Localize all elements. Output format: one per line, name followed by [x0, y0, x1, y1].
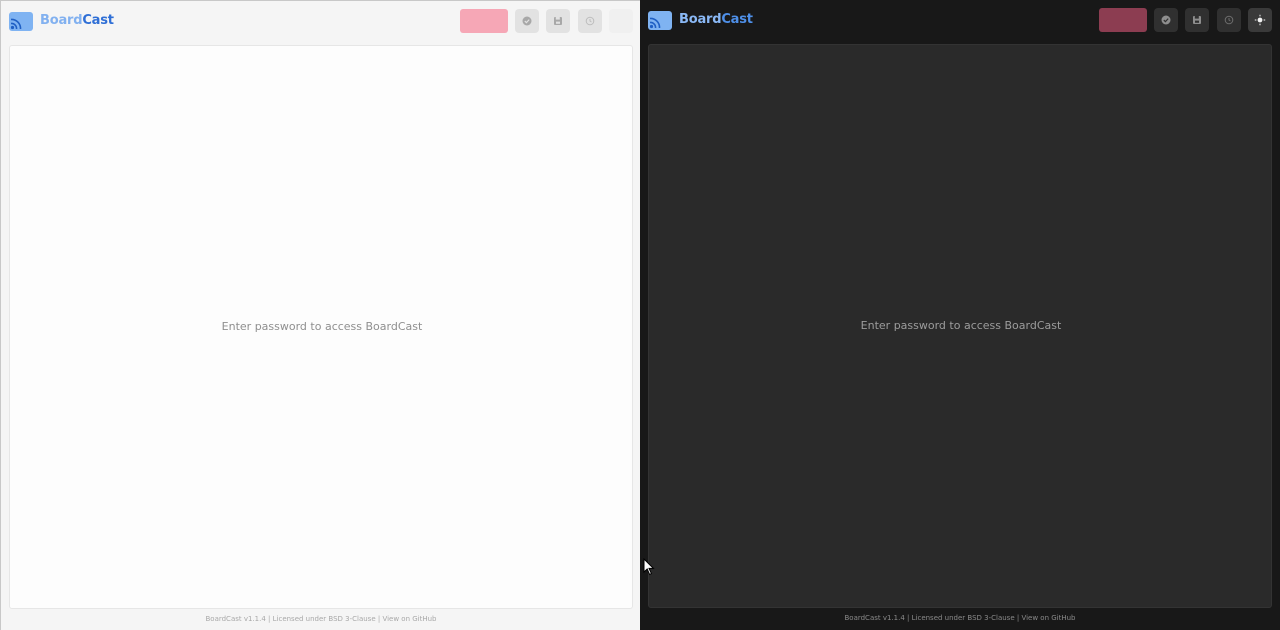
moon-icon: [616, 15, 626, 27]
board-area: Enter password to access BoardCast: [9, 45, 633, 609]
footer-separator: |: [904, 614, 912, 622]
board-area: Enter password to access BoardCast: [648, 44, 1272, 608]
footer-version: BoardCast v1.1.4: [205, 615, 266, 623]
footer-github-link[interactable]: View on GitHub: [382, 615, 436, 623]
dark-theme-pane: BoardCast Enter password to access Board…: [640, 0, 1280, 630]
footer: BoardCast v1.1.4 | Licensed under BSD 3-…: [640, 614, 1280, 622]
footer-github-link[interactable]: View on GitHub: [1021, 614, 1075, 622]
sun-icon: [1254, 14, 1266, 26]
theme-toggle-button[interactable]: [1248, 8, 1272, 32]
footer-license: Licensed under BSD 3-Clause: [911, 614, 1015, 622]
history-button[interactable]: [578, 9, 602, 33]
save-icon: [1192, 15, 1202, 25]
password-prompt-message: Enter password to access BoardCast: [860, 319, 1062, 332]
theme-toggle-button[interactable]: [609, 9, 633, 33]
disconnect-button[interactable]: [1099, 8, 1147, 32]
brand-board: Board: [40, 13, 83, 28]
brand-board: Board: [679, 12, 722, 27]
history-icon: [585, 16, 595, 26]
header: BoardCast: [640, 0, 1280, 42]
cast-logo-icon: [9, 12, 33, 31]
footer-license: Licensed under BSD 3-Clause: [272, 615, 376, 623]
sync-button[interactable]: [515, 9, 539, 33]
history-icon: [1224, 15, 1234, 25]
app-brand: BoardCast: [40, 13, 114, 28]
mouse-pointer-icon: [643, 557, 655, 576]
check-circle-icon: [522, 16, 532, 26]
save-button[interactable]: [546, 9, 570, 33]
password-prompt-message: Enter password to access BoardCast: [221, 320, 423, 333]
brand-cast: Cast: [721, 12, 753, 27]
cast-logo-icon: [648, 11, 672, 30]
check-circle-icon: [1161, 15, 1171, 25]
save-button[interactable]: [1185, 8, 1209, 32]
history-button[interactable]: [1217, 8, 1241, 32]
save-icon: [553, 16, 563, 26]
footer: BoardCast v1.1.4 | Licensed under BSD 3-…: [1, 615, 640, 623]
sync-button[interactable]: [1154, 8, 1178, 32]
header: BoardCast: [1, 1, 640, 43]
footer-version: BoardCast v1.1.4: [844, 614, 905, 622]
footer-separator: |: [265, 615, 273, 623]
disconnect-button[interactable]: [460, 9, 508, 33]
brand-cast: Cast: [82, 13, 114, 28]
app-brand: BoardCast: [679, 12, 753, 27]
light-theme-pane: BoardCast Enter password to access Board…: [0, 0, 640, 630]
